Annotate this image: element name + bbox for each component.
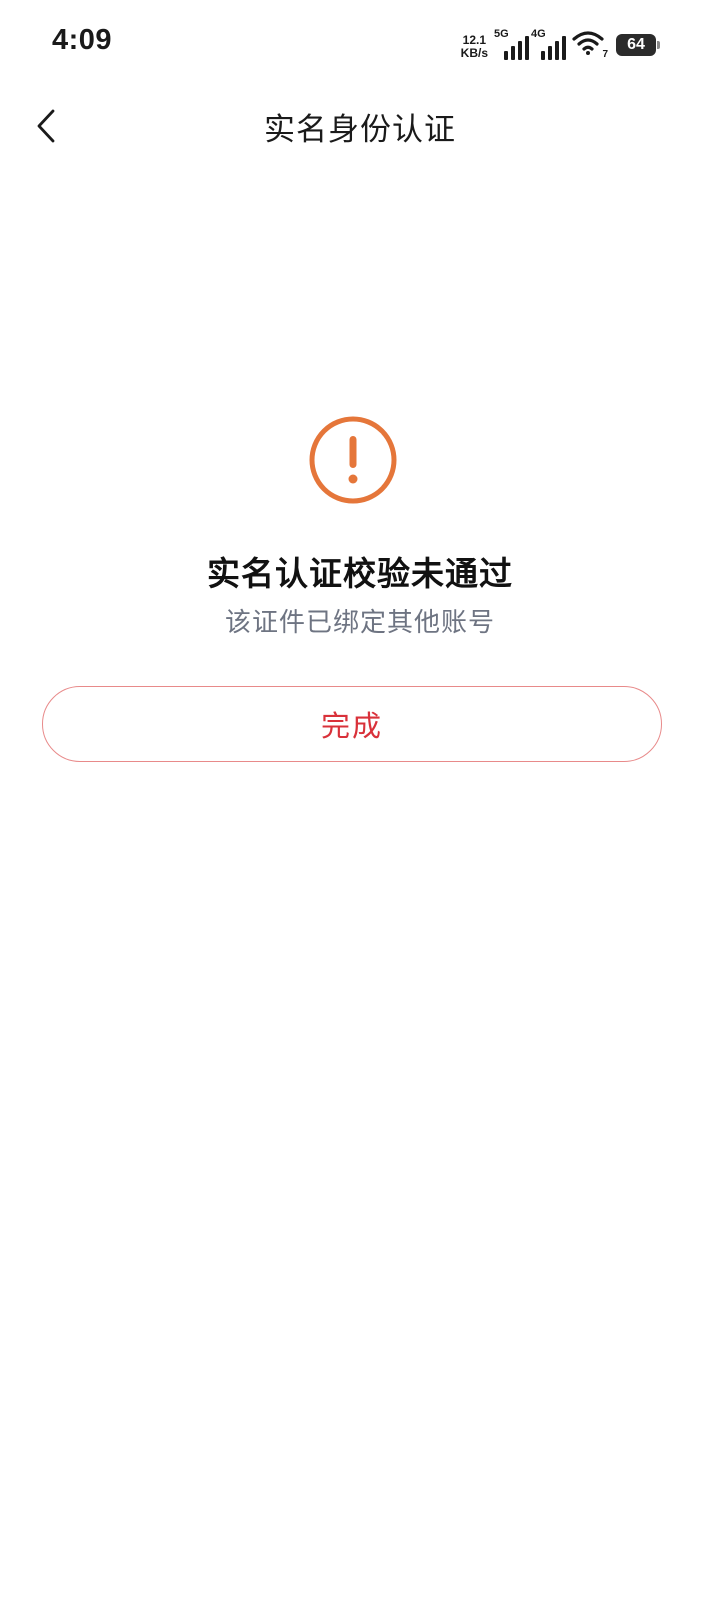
battery-icon: 64 xyxy=(616,34,660,56)
wifi-icon xyxy=(572,31,604,55)
network-speed: 12.1 KB/s xyxy=(461,34,488,60)
sim2-network-type: 4G xyxy=(531,28,546,40)
status-bar: 4:09 12.1 KB/s 5G 4G 7 64 xyxy=(0,0,720,86)
screen: 4:09 12.1 KB/s 5G 4G 7 64 实名身份认证 实名认证校验未… xyxy=(0,0,720,1600)
done-button-label: 完成 xyxy=(320,709,383,743)
sim1-network-type: 5G xyxy=(494,28,509,40)
wifi-standard: 7 xyxy=(602,49,608,60)
sim1-signal: 5G xyxy=(494,28,529,60)
result-title: 实名认证校验未通过 xyxy=(207,554,513,593)
status-indicators: 12.1 KB/s 5G 4G 7 64 xyxy=(461,26,660,60)
network-speed-unit: KB/s xyxy=(460,46,488,60)
exclamation-circle-icon xyxy=(309,416,397,504)
nav-bar: 实名身份认证 xyxy=(0,86,720,166)
wifi-status: 7 xyxy=(572,30,608,60)
result-description: 该证件已绑定其他账号 xyxy=(224,608,495,638)
status-time: 4:09 xyxy=(52,24,113,56)
battery-level: 64 xyxy=(627,36,645,53)
sim2-signal: 4G xyxy=(531,28,566,60)
done-button[interactable]: 完成 xyxy=(42,686,662,762)
page-title: 实名身份认证 xyxy=(264,112,456,148)
